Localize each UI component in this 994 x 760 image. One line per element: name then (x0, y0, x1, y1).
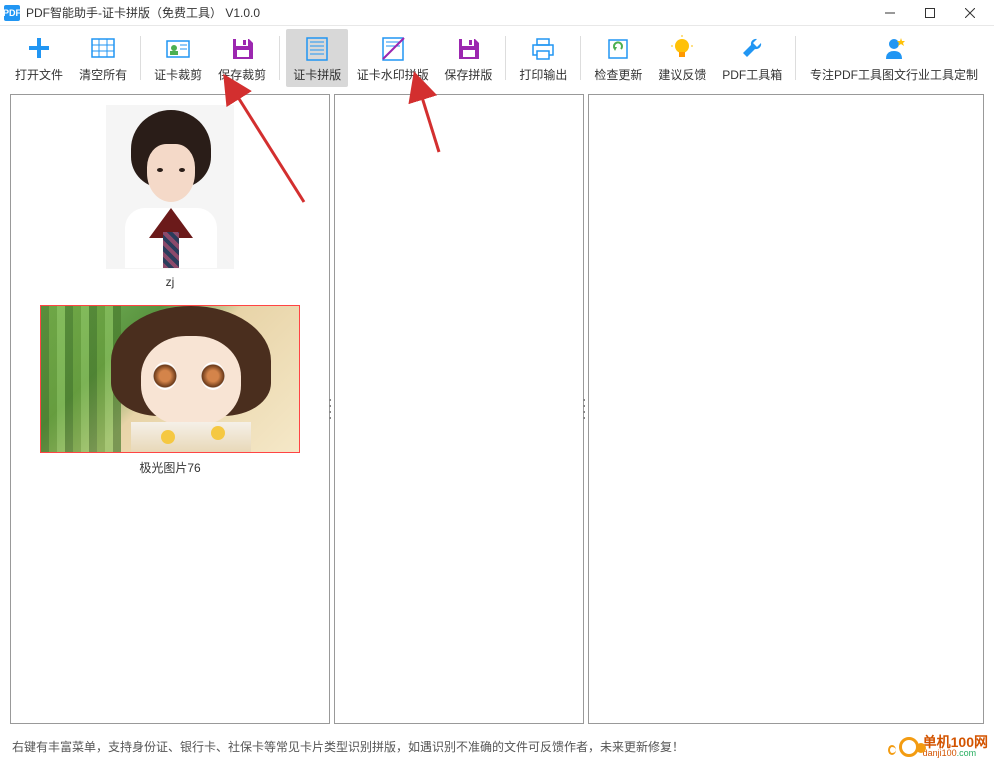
open-file-button[interactable]: 打开文件 (8, 29, 70, 87)
thumbnail-item[interactable]: 极光图片76 (21, 305, 319, 476)
clear-all-button[interactable]: 清空所有 (72, 29, 134, 87)
save-icon (228, 34, 256, 62)
compose-icon (303, 34, 331, 62)
check-update-label: 检查更新 (594, 66, 642, 83)
person-star-icon (880, 34, 908, 62)
thumbnail-image[interactable] (106, 105, 234, 269)
toolbox-label: PDF工具箱 (722, 66, 782, 83)
save-crop-label: 保存裁剪 (218, 66, 266, 83)
thumbnail-label: 极光图片76 (139, 459, 200, 476)
clear-all-label: 清空所有 (79, 66, 127, 83)
thumbnail-panel[interactable]: zj 极光图片76 (10, 94, 330, 724)
splitter-handle[interactable] (329, 399, 333, 419)
watermark-compose-button[interactable]: 证卡水印拼版 (350, 29, 435, 87)
toolbar-separator (795, 36, 796, 80)
statusbar: 右键有丰富菜单，支持身份证、银行卡、社保卡等常见卡片类型识别拼版，如遇识别不准确… (0, 732, 994, 760)
preview-panel-2[interactable] (588, 94, 984, 724)
toolbar-separator (279, 36, 280, 80)
toolbar-separator (580, 36, 581, 80)
feedback-label: 建议反馈 (658, 66, 706, 83)
grid-icon (89, 34, 117, 62)
printer-icon (529, 34, 557, 62)
card-crop-button[interactable]: 证卡裁剪 (147, 29, 209, 87)
watermark-compose-label: 证卡水印拼版 (357, 66, 429, 83)
thumbnail-image[interactable] (40, 305, 300, 453)
print-label: 打印输出 (519, 66, 567, 83)
splitter-handle[interactable] (583, 399, 587, 419)
watermark-logo-icon (899, 737, 919, 757)
save-compose-button[interactable]: 保存拼版 (437, 29, 499, 87)
lightbulb-icon (668, 34, 696, 62)
watermark-icon (379, 34, 407, 62)
print-button[interactable]: 打印输出 (512, 29, 574, 87)
close-button[interactable] (950, 0, 990, 26)
toolbar: 打开文件 清空所有 证卡裁剪 保存裁剪 证卡拼版 证卡水印拼版 (0, 26, 994, 90)
thumbnail-item[interactable]: zj (21, 105, 319, 289)
open-file-label: 打开文件 (15, 66, 63, 83)
plus-icon (25, 34, 53, 62)
toolbox-button[interactable]: PDF工具箱 (715, 29, 789, 87)
titlebar: PDF PDF智能助手-证卡拼版（免费工具） V1.0.0 (0, 0, 994, 26)
minimize-icon (885, 8, 895, 18)
save-icon (454, 34, 482, 62)
id-card-icon (164, 34, 192, 62)
minimize-button[interactable] (870, 0, 910, 26)
maximize-icon (925, 8, 935, 18)
custom-button[interactable]: 专注PDF工具图文行业工具定制 (802, 29, 986, 87)
wrench-icon (738, 34, 766, 62)
window-title: PDF智能助手-证卡拼版（免费工具） V1.0.0 (26, 4, 870, 21)
watermark-en: danji100.com (923, 749, 988, 758)
card-compose-button[interactable]: 证卡拼版 (286, 29, 348, 87)
maximize-button[interactable] (910, 0, 950, 26)
content-area: zj 极光图片76 (0, 90, 994, 728)
custom-label: 专注PDF工具图文行业工具定制 (810, 66, 978, 83)
toolbar-separator (140, 36, 141, 80)
status-text: 右键有丰富菜单，支持身份证、银行卡、社保卡等常见卡片类型识别拼版，如遇识别不准确… (12, 738, 684, 755)
thumbnail-label: zj (166, 275, 175, 289)
app-icon: PDF (4, 5, 20, 21)
refresh-icon (604, 34, 632, 62)
card-compose-label: 证卡拼版 (293, 66, 341, 83)
save-compose-label: 保存拼版 (444, 66, 492, 83)
save-crop-button[interactable]: 保存裁剪 (211, 29, 273, 87)
preview-panel-1[interactable] (334, 94, 584, 724)
check-update-button[interactable]: 检查更新 (587, 29, 649, 87)
feedback-button[interactable]: 建议反馈 (651, 29, 713, 87)
site-watermark: 单机100网 danji100.com (899, 735, 988, 758)
card-crop-label: 证卡裁剪 (154, 66, 202, 83)
close-icon (965, 8, 975, 18)
watermark-cn: 单机100网 (923, 735, 988, 749)
toolbar-separator (505, 36, 506, 80)
window-controls (870, 0, 990, 26)
